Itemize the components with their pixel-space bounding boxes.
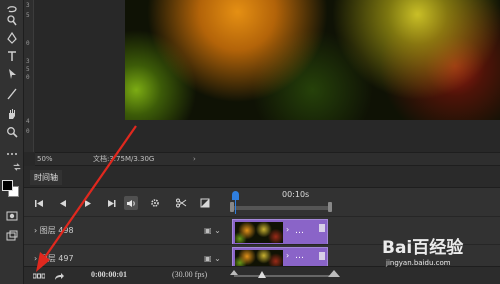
zoom-in-icon[interactable]	[328, 270, 340, 277]
ruler-number: 0	[26, 128, 30, 135]
screen-mode-icon[interactable]	[4, 228, 20, 244]
clip-thumbnail	[235, 222, 283, 243]
foreground-color-swatch[interactable]	[2, 180, 13, 191]
current-timecode: 0:00:00:01	[91, 270, 127, 279]
video-clip[interactable]: › …	[232, 219, 328, 245]
document-size-info: 文档:3.75M/3.30G	[93, 155, 155, 163]
clip-menu-dots[interactable]: …	[295, 251, 304, 261]
clip-menu-dots[interactable]: …	[295, 226, 304, 236]
time-ruler-label: 00:10s	[282, 190, 310, 199]
zoom-level[interactable]: 50%	[35, 155, 75, 163]
ruler-number: 3	[26, 58, 30, 65]
status-menu-arrow[interactable]: ›	[193, 155, 196, 163]
clip-expand-arrow[interactable]: ›	[286, 251, 289, 260]
more-tools-icon[interactable]	[4, 146, 20, 162]
first-frame-icon[interactable]	[32, 196, 46, 210]
zoom-tool-icon[interactable]	[4, 124, 20, 140]
timeline-ruler[interactable]: 00:10s	[230, 186, 500, 216]
ruler-number: 5	[26, 66, 30, 73]
layer-label: 图层 498	[39, 226, 74, 235]
timeline-tab-bar: 时间轴	[24, 166, 500, 188]
split-scissors-icon[interactable]	[174, 196, 188, 210]
ruler-number: 3	[26, 2, 30, 9]
quick-mask-icon[interactable]	[4, 208, 20, 224]
video-clip[interactable]: › …	[232, 247, 328, 267]
clip-end-handle[interactable]	[319, 252, 325, 260]
layer-options-icon[interactable]: ▣ ⌄	[204, 226, 221, 235]
clip-expand-arrow[interactable]: ›	[286, 225, 289, 234]
ruler-number: 4	[26, 118, 30, 125]
layer-options-icon[interactable]: ▣ ⌄	[204, 254, 221, 263]
watermark-brand: Bai百经验	[382, 238, 464, 258]
settings-gear-icon[interactable]	[148, 196, 162, 210]
timeline-zoom-slider[interactable]	[234, 271, 334, 278]
render-video-icon[interactable]	[52, 269, 66, 283]
document-canvas-area[interactable]	[35, 0, 500, 152]
next-frame-icon[interactable]	[104, 196, 118, 210]
play-icon[interactable]	[80, 196, 94, 210]
document-image[interactable]	[125, 0, 500, 120]
transport-controls	[24, 190, 229, 214]
clip-end-handle[interactable]	[319, 224, 325, 232]
work-area-bar[interactable]	[230, 206, 330, 210]
baidu-jingyan-watermark: Bai百经验 jingyan.baidu.com	[382, 233, 500, 284]
layer-label: 图层 497	[39, 254, 74, 263]
ruler-number: 0	[26, 74, 30, 81]
type-tool-icon[interactable]	[4, 48, 20, 64]
status-bar: 50% 文档:3.75M/3.30G ›	[35, 152, 500, 166]
work-area-end-handle[interactable]	[328, 202, 332, 212]
tab-timeline[interactable]: 时间轴	[30, 170, 62, 185]
ruler-number: 5	[26, 12, 30, 19]
line-tool-icon[interactable]	[4, 86, 20, 102]
quick-selection-tool-icon[interactable]	[4, 12, 20, 28]
ruler-number: 0	[26, 40, 30, 47]
hand-tool-icon[interactable]	[4, 106, 20, 122]
tools-panel	[0, 0, 24, 284]
zoom-slider-knob[interactable]	[258, 271, 266, 278]
path-selection-tool-icon[interactable]	[4, 66, 20, 82]
swap-colors-icon[interactable]	[12, 162, 22, 172]
transition-icon[interactable]	[198, 196, 212, 210]
vertical-ruler: 3 5 0 3 5 0 4 0	[24, 0, 34, 152]
layer-name: › 图层 498	[34, 226, 74, 235]
pen-tool-icon[interactable]	[4, 30, 20, 46]
playhead-line	[235, 200, 236, 214]
previous-frame-icon[interactable]	[56, 196, 70, 210]
layer-name: › 图层 497	[34, 254, 74, 263]
convert-to-frame-animation-icon[interactable]	[32, 269, 46, 283]
watermark-url: jingyan.baidu.com	[386, 259, 451, 267]
audio-icon[interactable]	[124, 196, 138, 210]
playhead-handle[interactable]	[232, 191, 239, 200]
clip-thumbnail	[235, 250, 283, 266]
work-area-start-handle[interactable]	[230, 202, 234, 212]
frame-rate: (30.00 fps)	[172, 270, 208, 279]
